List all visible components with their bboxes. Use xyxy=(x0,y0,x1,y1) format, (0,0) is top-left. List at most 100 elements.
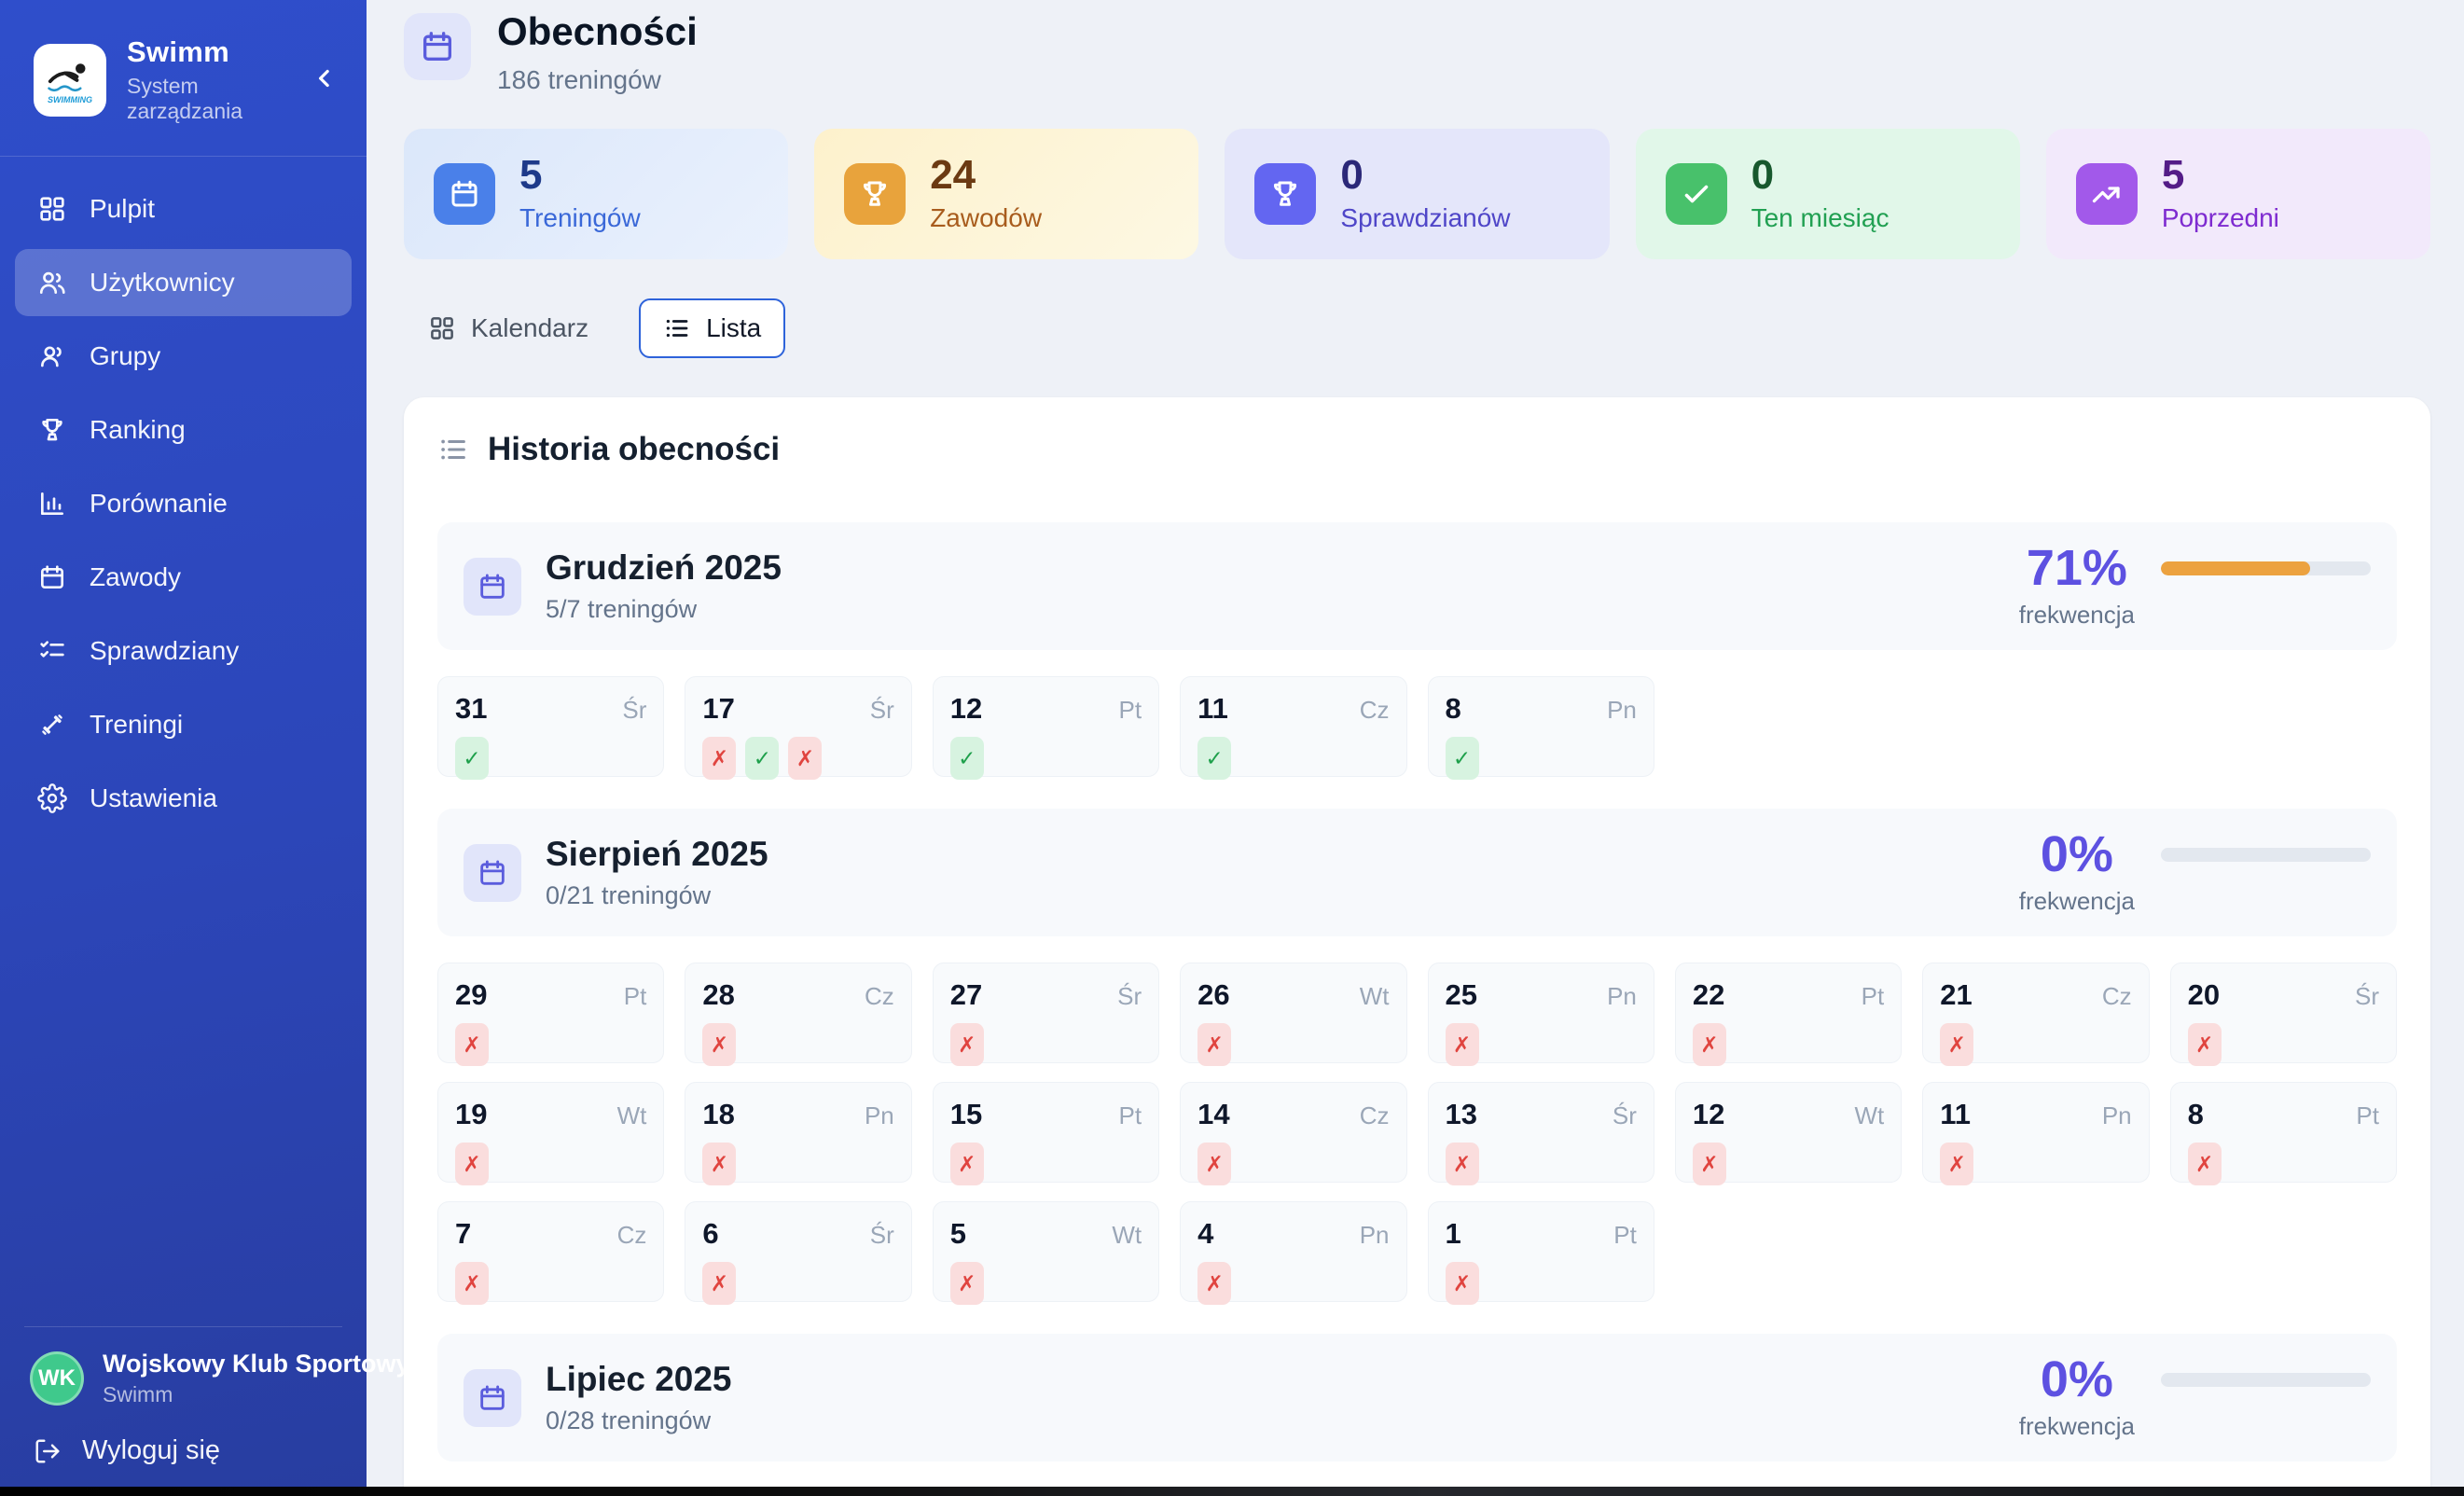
history-title: Historia obecności xyxy=(488,431,780,468)
calendar-icon xyxy=(419,28,456,65)
day-cell[interactable]: 1 Pt ✗ xyxy=(1428,1201,1654,1302)
calendar-icon xyxy=(37,562,67,592)
day-cell[interactable]: 11 Cz ✓ xyxy=(1180,676,1406,777)
day-cell[interactable]: 12 Pt ✓ xyxy=(933,676,1159,777)
gear-icon xyxy=(37,783,67,813)
sidebar-item-ranking[interactable]: Ranking xyxy=(15,396,352,464)
day-cell[interactable]: 8 Pn ✓ xyxy=(1428,676,1654,777)
sidebar-item-treningi[interactable]: Treningi xyxy=(15,691,352,758)
day-cell[interactable]: 14 Cz ✗ xyxy=(1180,1082,1406,1183)
stat-label: Poprzedni xyxy=(2162,203,2279,233)
day-number: 22 xyxy=(1693,978,1724,1012)
stat-label: Treningów xyxy=(519,203,641,233)
month-name: Lipiec 2025 xyxy=(546,1360,732,1399)
app-logo: SWIMMING xyxy=(34,44,106,117)
stat-text: 0 Ten miesiąc xyxy=(1751,155,1890,233)
day-number: 7 xyxy=(455,1217,471,1251)
day-cell[interactable]: 13 Śr ✗ xyxy=(1428,1082,1654,1183)
day-cell[interactable]: 18 Pn ✗ xyxy=(685,1082,911,1183)
page-subtitle: 186 treningów xyxy=(497,65,698,95)
day-weekday: Wt xyxy=(1854,1101,1884,1130)
stat-card-sprawdzianow: 0 Sprawdzianów xyxy=(1225,129,1609,259)
sidebar-collapse-button[interactable] xyxy=(311,64,339,95)
trophy-icon xyxy=(844,163,906,225)
month-name: Grudzień 2025 xyxy=(546,548,782,588)
day-cell[interactable]: 27 Śr ✗ xyxy=(933,963,1159,1063)
day-cell[interactable]: 28 Cz ✗ xyxy=(685,963,911,1063)
day-cell-header: 14 Cz xyxy=(1197,1098,1389,1131)
day-cell[interactable]: 22 Pt ✗ xyxy=(1675,963,1902,1063)
stats-row: 5 Treningów 24 Zawodów 0 Spr xyxy=(404,129,2430,259)
day-weekday: Pt xyxy=(624,982,647,1011)
sidebar-item-label: Ustawienia xyxy=(90,783,217,813)
days-grid: 29 Pt ✗ xyxy=(437,963,2397,1302)
tab-lista[interactable]: Lista xyxy=(639,298,785,358)
attendance-marks: ✗ ✓ ✗ xyxy=(702,737,893,780)
attendance-mark-icon: ✗ xyxy=(950,1023,984,1066)
day-cell[interactable]: 8 Pt ✗ xyxy=(2170,1082,2397,1183)
logout-button[interactable]: Wyloguj się xyxy=(24,1417,342,1472)
sidebar-item-ustawienia[interactable]: Ustawienia xyxy=(15,765,352,832)
day-cell[interactable]: 19 Wt ✗ xyxy=(437,1082,664,1183)
swimmer-logo-icon: SWIMMING xyxy=(42,52,98,108)
day-number: 21 xyxy=(1940,978,1972,1012)
day-cell[interactable]: 25 Pn ✗ xyxy=(1428,963,1654,1063)
day-number: 28 xyxy=(702,978,734,1012)
month-summary: 0/28 treningów xyxy=(546,1406,732,1435)
day-number: 8 xyxy=(2188,1098,2204,1131)
day-cell[interactable]: 12 Wt ✗ xyxy=(1675,1082,1902,1183)
month-section: Grudzień 2025 5/7 treningów 71% frekwenc… xyxy=(437,522,2397,777)
day-cell-header: 19 Wt xyxy=(455,1098,646,1131)
stat-text: 24 Zawodów xyxy=(930,155,1042,233)
calendar-icon xyxy=(434,163,495,225)
day-number: 29 xyxy=(455,978,487,1012)
day-cell[interactable]: 11 Pn ✗ xyxy=(1922,1082,2149,1183)
day-weekday: Pt xyxy=(1119,696,1142,725)
sidebar-item-uzytkownicy[interactable]: Użytkownicy xyxy=(15,249,352,316)
attendance-mark-icon: ✗ xyxy=(702,737,736,780)
sidebar-item-pulpit[interactable]: Pulpit xyxy=(15,175,352,242)
attendance-marks: ✓ xyxy=(1446,737,1637,780)
day-weekday: Śr xyxy=(870,696,894,725)
sidebar-item-sprawdziany[interactable]: Sprawdziany xyxy=(15,617,352,685)
day-cell[interactable]: 6 Śr ✗ xyxy=(685,1201,911,1302)
attendance-mark-icon: ✗ xyxy=(1940,1143,1973,1185)
sidebar-item-grupy[interactable]: Grupy xyxy=(15,323,352,390)
day-number: 12 xyxy=(950,692,982,726)
day-cell[interactable]: 4 Pn ✗ xyxy=(1180,1201,1406,1302)
day-cell[interactable]: 31 Śr ✓ xyxy=(437,676,664,777)
day-cell[interactable]: 21 Cz ✗ xyxy=(1922,963,2149,1063)
day-cell[interactable]: 26 Wt ✗ xyxy=(1180,963,1406,1063)
month-attendance: 71% frekwencja xyxy=(2019,543,2371,630)
stat-label: Ten miesiąc xyxy=(1751,203,1890,233)
day-weekday: Pt xyxy=(1613,1221,1637,1250)
day-cell[interactable]: 15 Pt ✗ xyxy=(933,1082,1159,1183)
tab-kalendarz[interactable]: Kalendarz xyxy=(404,298,613,358)
attendance-mark-icon: ✗ xyxy=(1197,1143,1231,1185)
users-icon xyxy=(37,268,67,298)
month-header: Lipiec 2025 0/28 treningów 0% frekwencja xyxy=(437,1334,2397,1461)
stat-text: 0 Sprawdzianów xyxy=(1340,155,1510,233)
sidebar-item-label: Pulpit xyxy=(90,194,155,224)
day-cell-header: 11 Pn xyxy=(1940,1098,2131,1131)
sidebar-item-zawody[interactable]: Zawody xyxy=(15,544,352,611)
day-cell[interactable]: 29 Pt ✗ xyxy=(437,963,664,1063)
day-cell-header: 25 Pn xyxy=(1446,978,1637,1012)
day-number: 31 xyxy=(455,692,487,726)
sidebar: SWIMMING Swimm System zarządzania Pulpit… xyxy=(0,0,367,1496)
sidebar-item-porownanie[interactable]: Porównanie xyxy=(15,470,352,537)
day-cell[interactable]: 7 Cz ✗ xyxy=(437,1201,664,1302)
day-cell-header: 7 Cz xyxy=(455,1217,646,1251)
attendance-mark-icon: ✓ xyxy=(745,737,779,780)
day-number: 14 xyxy=(1197,1098,1229,1131)
day-weekday: Śr xyxy=(2355,982,2379,1011)
day-cell[interactable]: 5 Wt ✗ xyxy=(933,1201,1159,1302)
stat-card-treningow: 5 Treningów xyxy=(404,129,788,259)
day-cell[interactable]: 17 Śr ✗ ✓ xyxy=(685,676,911,777)
attendance-marks: ✗ xyxy=(455,1143,646,1185)
page-title: Obecności xyxy=(497,9,698,54)
day-weekday: Śr xyxy=(622,696,646,725)
attendance-mark-icon: ✓ xyxy=(1197,737,1231,780)
day-cell[interactable]: 20 Śr ✗ xyxy=(2170,963,2397,1063)
user-profile[interactable]: WK Wojskowy Klub Sportowy ... Swimm xyxy=(24,1326,342,1417)
